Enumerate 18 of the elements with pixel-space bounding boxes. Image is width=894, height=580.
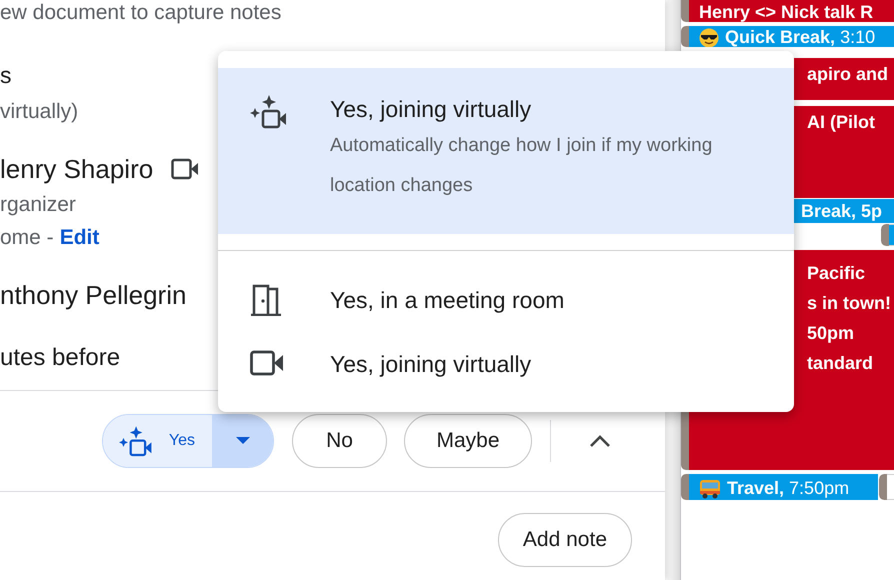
guest-location: ome - bbox=[0, 225, 54, 251]
rsvp-heading: s bbox=[0, 61, 12, 90]
event-title: apiro and bbox=[807, 63, 888, 86]
guest-name: nthony Pellegrin bbox=[0, 279, 186, 312]
event-title: s in town! bbox=[807, 292, 891, 315]
event-title: AI (Pilot bbox=[807, 111, 875, 134]
rsvp-status: virtually) bbox=[0, 99, 78, 125]
notes-hint: ew document to capture notes bbox=[0, 0, 282, 26]
event-title: tandard bbox=[807, 352, 874, 375]
guest-name: lenry Shapiro bbox=[0, 153, 154, 186]
event-title: Quick Break, 3:10 bbox=[725, 27, 876, 47]
event-title: Break, 5p bbox=[801, 200, 882, 223]
guest-role: rganizer bbox=[0, 192, 76, 218]
reminder-text: utes before bbox=[0, 343, 120, 373]
event-title: Travel, 7:50pm bbox=[727, 477, 850, 500]
event-title: Pacific bbox=[807, 262, 866, 285]
event-title: 50pm bbox=[807, 322, 856, 345]
event-title: Henry <> Nick talk R bbox=[699, 1, 874, 22]
